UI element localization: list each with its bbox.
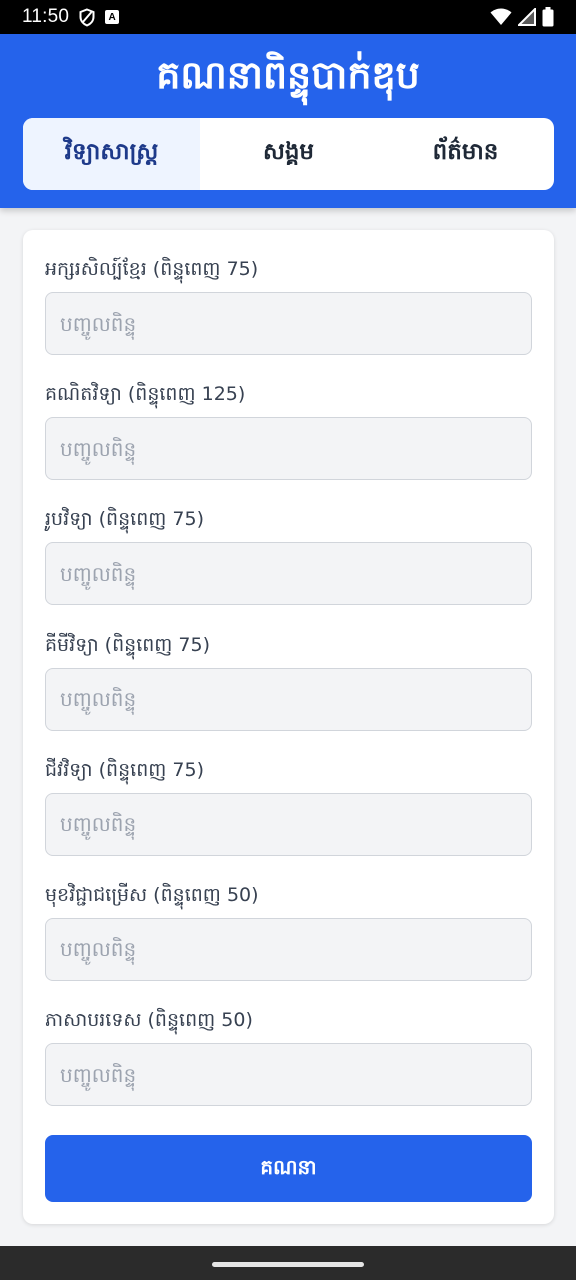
field-label: រូបវិទ្យា (ពិន្ទុពេញ 75): [45, 508, 204, 531]
signal-icon: [518, 8, 536, 26]
tab-science[interactable]: វិទ្យាសាស្ត្រ: [23, 118, 200, 190]
field-label: គីមីវិទ្យា (ពិន្ទុពេញ 75): [45, 633, 211, 656]
score-form-card: អក្សរសិល្ប៍ខ្មែរ (ពិន្ទុពេញ 75) គណិតវិទ្…: [23, 230, 554, 1224]
biology-input[interactable]: [45, 792, 532, 856]
foreign-language-input[interactable]: [45, 1043, 532, 1107]
app-title: គណនាពិន្ទុបាក់ឌុប: [156, 53, 420, 97]
field-khmer-literature: អក្សរសិល្ប៍ខ្មែរ (ពិន្ទុពេញ 75): [45, 252, 532, 377]
physics-input[interactable]: [45, 542, 532, 606]
field-label: គណិតវិទ្យា (ពិន្ទុពេញ 125): [45, 383, 246, 406]
system-nav-bar: [0, 1246, 576, 1280]
tab-social[interactable]: សង្គម: [200, 118, 377, 190]
field-label: ភាសាបរទេស (ពិន្ទុពេញ 50): [45, 1009, 253, 1032]
khmer-literature-input[interactable]: [45, 292, 532, 355]
home-indicator[interactable]: [212, 1262, 364, 1267]
battery-icon: [542, 7, 554, 27]
field-chemistry: គីមីវិទ្យា (ពិន្ទុពេញ 75): [45, 628, 532, 753]
field-label: អក្សរសិល្ប៍ខ្មែរ (ពិន្ទុពេញ 75): [45, 258, 259, 280]
field-label: ជីវវិទ្យា (ពិន្ទុពេញ 75): [45, 758, 204, 781]
field-mathematics: គណិតវិទ្យា (ពិន្ទុពេញ 125): [45, 377, 532, 502]
field-physics: រូបវិទ្យា (ពិន្ទុពេញ 75): [45, 502, 532, 627]
chemistry-input[interactable]: [45, 667, 532, 731]
status-bar: 11:50 A: [0, 0, 576, 34]
tab-info[interactable]: ព័ត៌មាន: [377, 118, 554, 190]
app-header: គណនាពិន្ទុបាក់ឌុប វិទ្យាសាស្ត្រ សង្គម ព័…: [0, 34, 576, 208]
wifi-icon: [490, 8, 512, 25]
field-elective-subject: មុខវិជ្ជាជម្រើស (ពិន្ទុពេញ 50): [45, 878, 532, 1003]
elective-subject-input[interactable]: [45, 917, 532, 981]
status-right-icons: [490, 7, 554, 27]
calculate-button[interactable]: គណនា: [45, 1135, 532, 1202]
field-biology: ជីវវិទ្យា (ពិន្ទុពេញ 75): [45, 753, 532, 878]
field-label: មុខវិជ្ជាជម្រើស (ពិន្ទុពេញ 50): [45, 883, 259, 906]
status-time: 11:50: [22, 6, 70, 27]
field-foreign-language: ភាសាបរទេស (ពិន្ទុពេញ 50): [45, 1003, 532, 1128]
mathematics-input[interactable]: [45, 417, 532, 481]
shield-icon: [79, 7, 95, 27]
a-badge-icon: A: [105, 10, 120, 24]
status-left-icons: A: [79, 7, 120, 27]
stream-tabs: វិទ្យាសាស្ត្រ សង្គម ព័ត៌មាន: [23, 118, 554, 190]
